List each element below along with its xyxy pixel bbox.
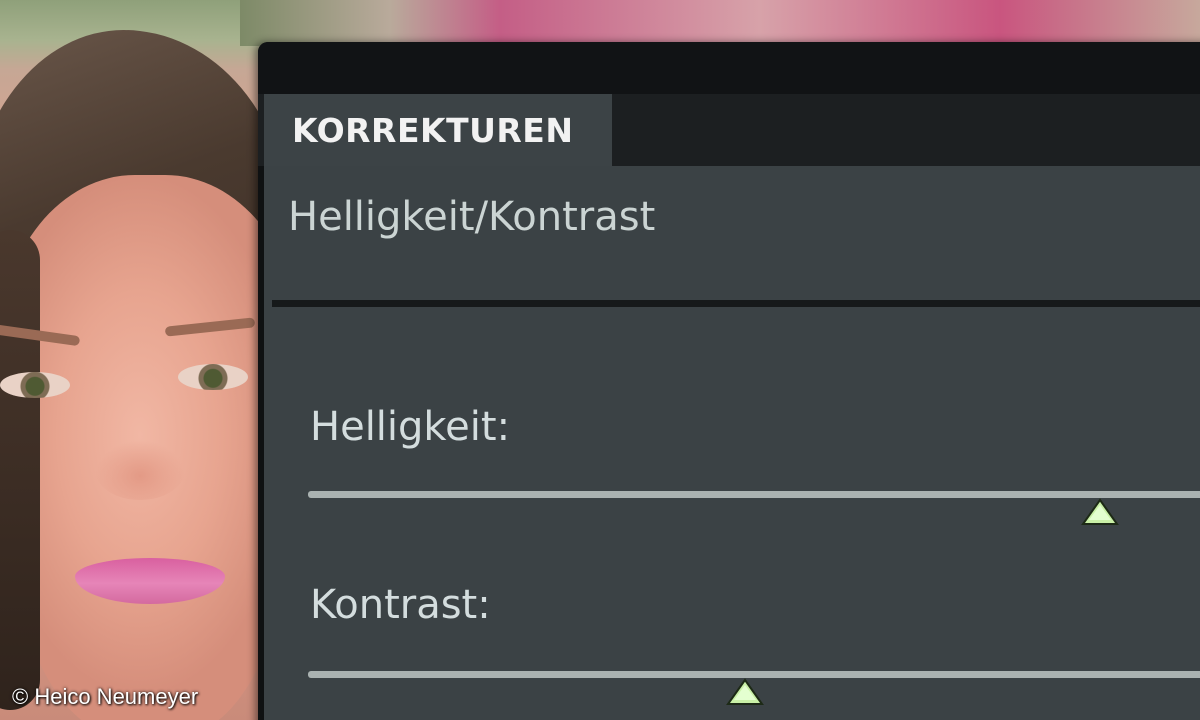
photo-eye-left [0, 372, 70, 398]
corrections-panel: KORREKTUREN Helligkeit/Kontrast Helligke… [258, 42, 1200, 720]
tab-korrekturen[interactable]: KORREKTUREN [264, 94, 612, 166]
panel-body: Helligkeit/Kontrast Helligkeit: Kontrast… [264, 166, 1200, 720]
photo-hair-side [0, 230, 40, 710]
tab-korrekturen-label: KORREKTUREN [292, 110, 574, 150]
photo-eye-right [178, 364, 248, 390]
photo-nose [95, 440, 185, 500]
brightness-slider-track[interactable] [308, 491, 1200, 498]
panel-titlebar[interactable] [258, 42, 1200, 94]
contrast-slider-track[interactable] [308, 671, 1200, 678]
copyright-notice: © Heico Neumeyer [12, 684, 199, 709]
screenshot: KORREKTUREN Helligkeit/Kontrast Helligke… [0, 0, 1200, 720]
brightness-label: Helligkeit: [310, 404, 511, 450]
adjustment-title: Helligkeit/Kontrast [288, 194, 656, 240]
brightness-slider-thumb-icon[interactable] [1080, 498, 1119, 526]
panel-tabstrip: KORREKTUREN [258, 94, 1200, 166]
contrast-label: Kontrast: [310, 582, 491, 628]
contrast-slider-thumb-icon[interactable] [725, 678, 764, 706]
panel-divider [272, 300, 1200, 307]
photo-top-strip [240, 0, 1200, 46]
